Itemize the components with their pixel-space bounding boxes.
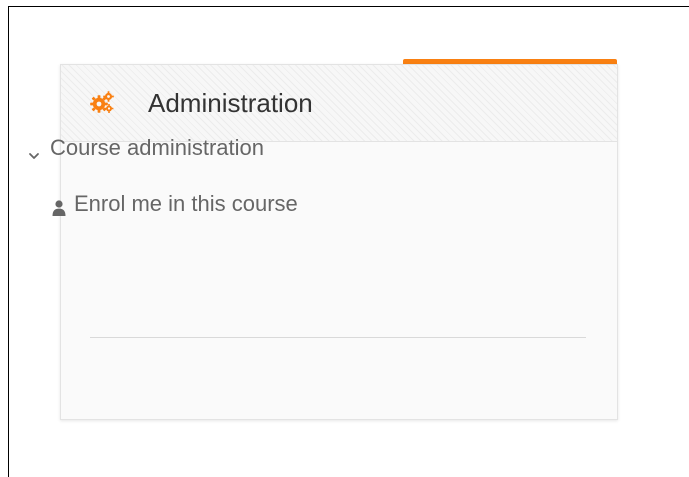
block-divider [90,337,586,338]
enrol-me-label: Enrol me in this course [74,191,298,216]
gears-icon [90,91,114,115]
user-icon [52,194,66,217]
block-header: Administration [61,65,617,142]
enrol-me-link[interactable]: Enrol me in this course [52,189,298,219]
block-title: Administration [148,88,313,118]
administration-block: Administration [60,64,618,420]
tree-item-course-administration[interactable]: Course administration [28,133,264,163]
course-administration-label: Course administration [50,135,264,160]
chevron-down-icon[interactable] [28,140,40,160]
